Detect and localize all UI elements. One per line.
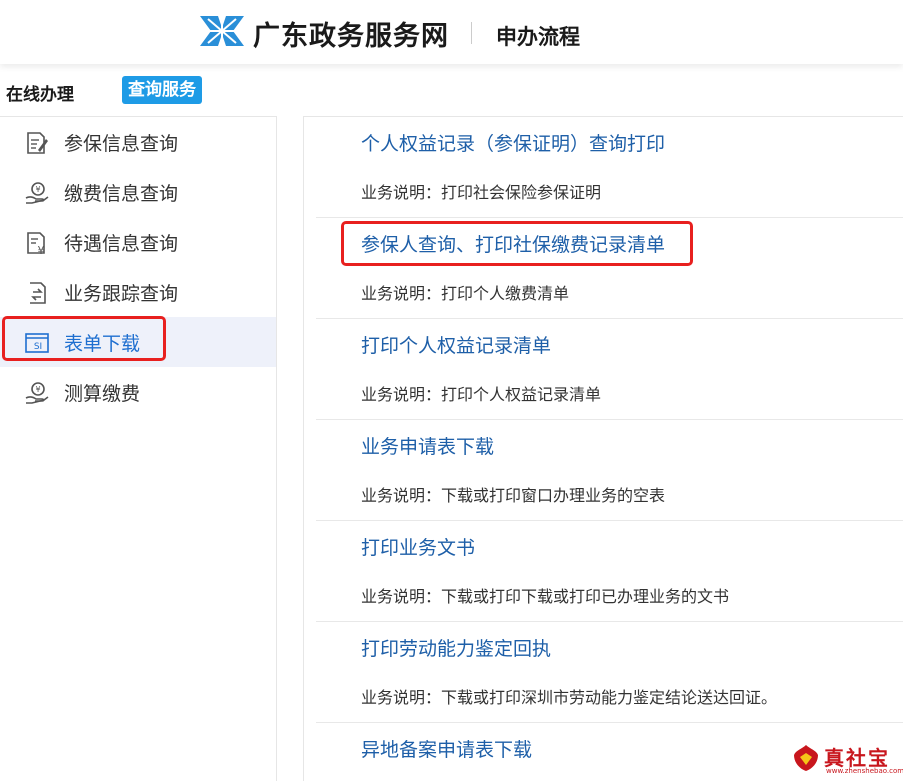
service-link[interactable]: 个人权益记录（参保证明）查询打印: [361, 129, 665, 156]
svg-text:¥: ¥: [38, 244, 45, 256]
list-item: 业务申请表下载 业务说明：下载或打印窗口办理业务的空表: [316, 420, 903, 521]
service-list: 个人权益记录（参保证明）查询打印 业务说明：打印社会保险参保证明 参保人查询、打…: [303, 116, 903, 781]
document-edit-icon: [27, 132, 48, 154]
list-item: 打印劳动能力鉴定回执 业务说明：下载或打印深圳市劳动能力鉴定结论送达回证。: [316, 622, 903, 723]
sidebar-item-payment-info[interactable]: ¥ 缴费信息查询: [0, 167, 276, 217]
logo-icon: [200, 16, 244, 46]
list-item: 打印业务文书 业务说明：下载或打印下载或打印已办理业务的文书: [316, 521, 903, 622]
sidebar-item-benefit-info[interactable]: ¥ 待遇信息查询: [0, 217, 276, 267]
service-description: 业务说明：下载或打印窗口办理业务的空表: [361, 486, 666, 505]
svg-text:¥: ¥: [35, 385, 40, 394]
svg-text:¥: ¥: [35, 185, 40, 194]
service-link[interactable]: 打印业务文书: [361, 533, 475, 560]
shield-hand-icon: [794, 745, 818, 771]
header-divider: [471, 22, 472, 44]
service-link[interactable]: 业务申请表下载: [361, 432, 494, 459]
site-title[interactable]: 广东政务服务网: [253, 14, 449, 53]
service-description: 业务说明：打印社会保险参保证明: [361, 183, 602, 202]
list-item: 打印个人权益记录清单 业务说明：打印个人权益记录清单: [316, 319, 903, 420]
list-item: 个人权益记录（参保证明）查询打印 业务说明：打印社会保险参保证明: [316, 117, 903, 218]
sidebar-item-label: 测算缴费: [64, 383, 141, 405]
sidebar-item-label: 参保信息查询: [64, 133, 179, 155]
sidebar: 参保信息查询 ¥ 缴费信息查询 ¥ 待遇信息查询 业务跟踪查询 SI 表单下载 …: [0, 116, 277, 781]
tab-online-service[interactable]: 在线办理: [6, 80, 74, 105]
page-title: 申办流程: [496, 25, 580, 49]
sidebar-item-payment-calc[interactable]: ¥ 测算缴费: [0, 367, 276, 417]
sidebar-item-label: 缴费信息查询: [64, 183, 179, 205]
payment-hand-icon: ¥: [25, 182, 49, 204]
service-description: 业务说明：打印个人权益记录清单: [361, 385, 602, 404]
highlight-box-form-download: [2, 316, 166, 361]
watermark-logo: 真社宝 www.zhenshebao.com: [790, 740, 903, 778]
tab-query-service[interactable]: 查询服务: [122, 76, 202, 104]
service-link[interactable]: 打印个人权益记录清单: [361, 331, 551, 358]
document-yuan-icon: ¥: [27, 232, 45, 256]
service-description: 业务说明：打印个人缴费清单: [361, 284, 570, 303]
site-header: 广东政务服务网 申办流程: [0, 0, 903, 64]
service-description: 业务说明：下载或打印下载或打印已办理业务的文书: [361, 587, 730, 606]
service-link[interactable]: 异地备案申请表下载: [361, 735, 532, 762]
service-description: 业务说明：下载或打印深圳市劳动能力鉴定结论送达回证。: [361, 688, 778, 707]
sidebar-item-label: 业务跟踪查询: [64, 283, 179, 305]
watermark-url: www.zhenshebao.com: [826, 767, 903, 775]
service-link[interactable]: 打印劳动能力鉴定回执: [361, 634, 551, 661]
document-exchange-icon: [30, 282, 46, 304]
sidebar-item-business-tracking[interactable]: 业务跟踪查询: [0, 267, 276, 317]
sidebar-item-insured-info[interactable]: 参保信息查询: [0, 117, 276, 167]
payment-hand-icon: ¥: [25, 382, 49, 404]
sidebar-item-label: 待遇信息查询: [64, 233, 179, 255]
highlight-box-payment-record: [341, 221, 693, 266]
